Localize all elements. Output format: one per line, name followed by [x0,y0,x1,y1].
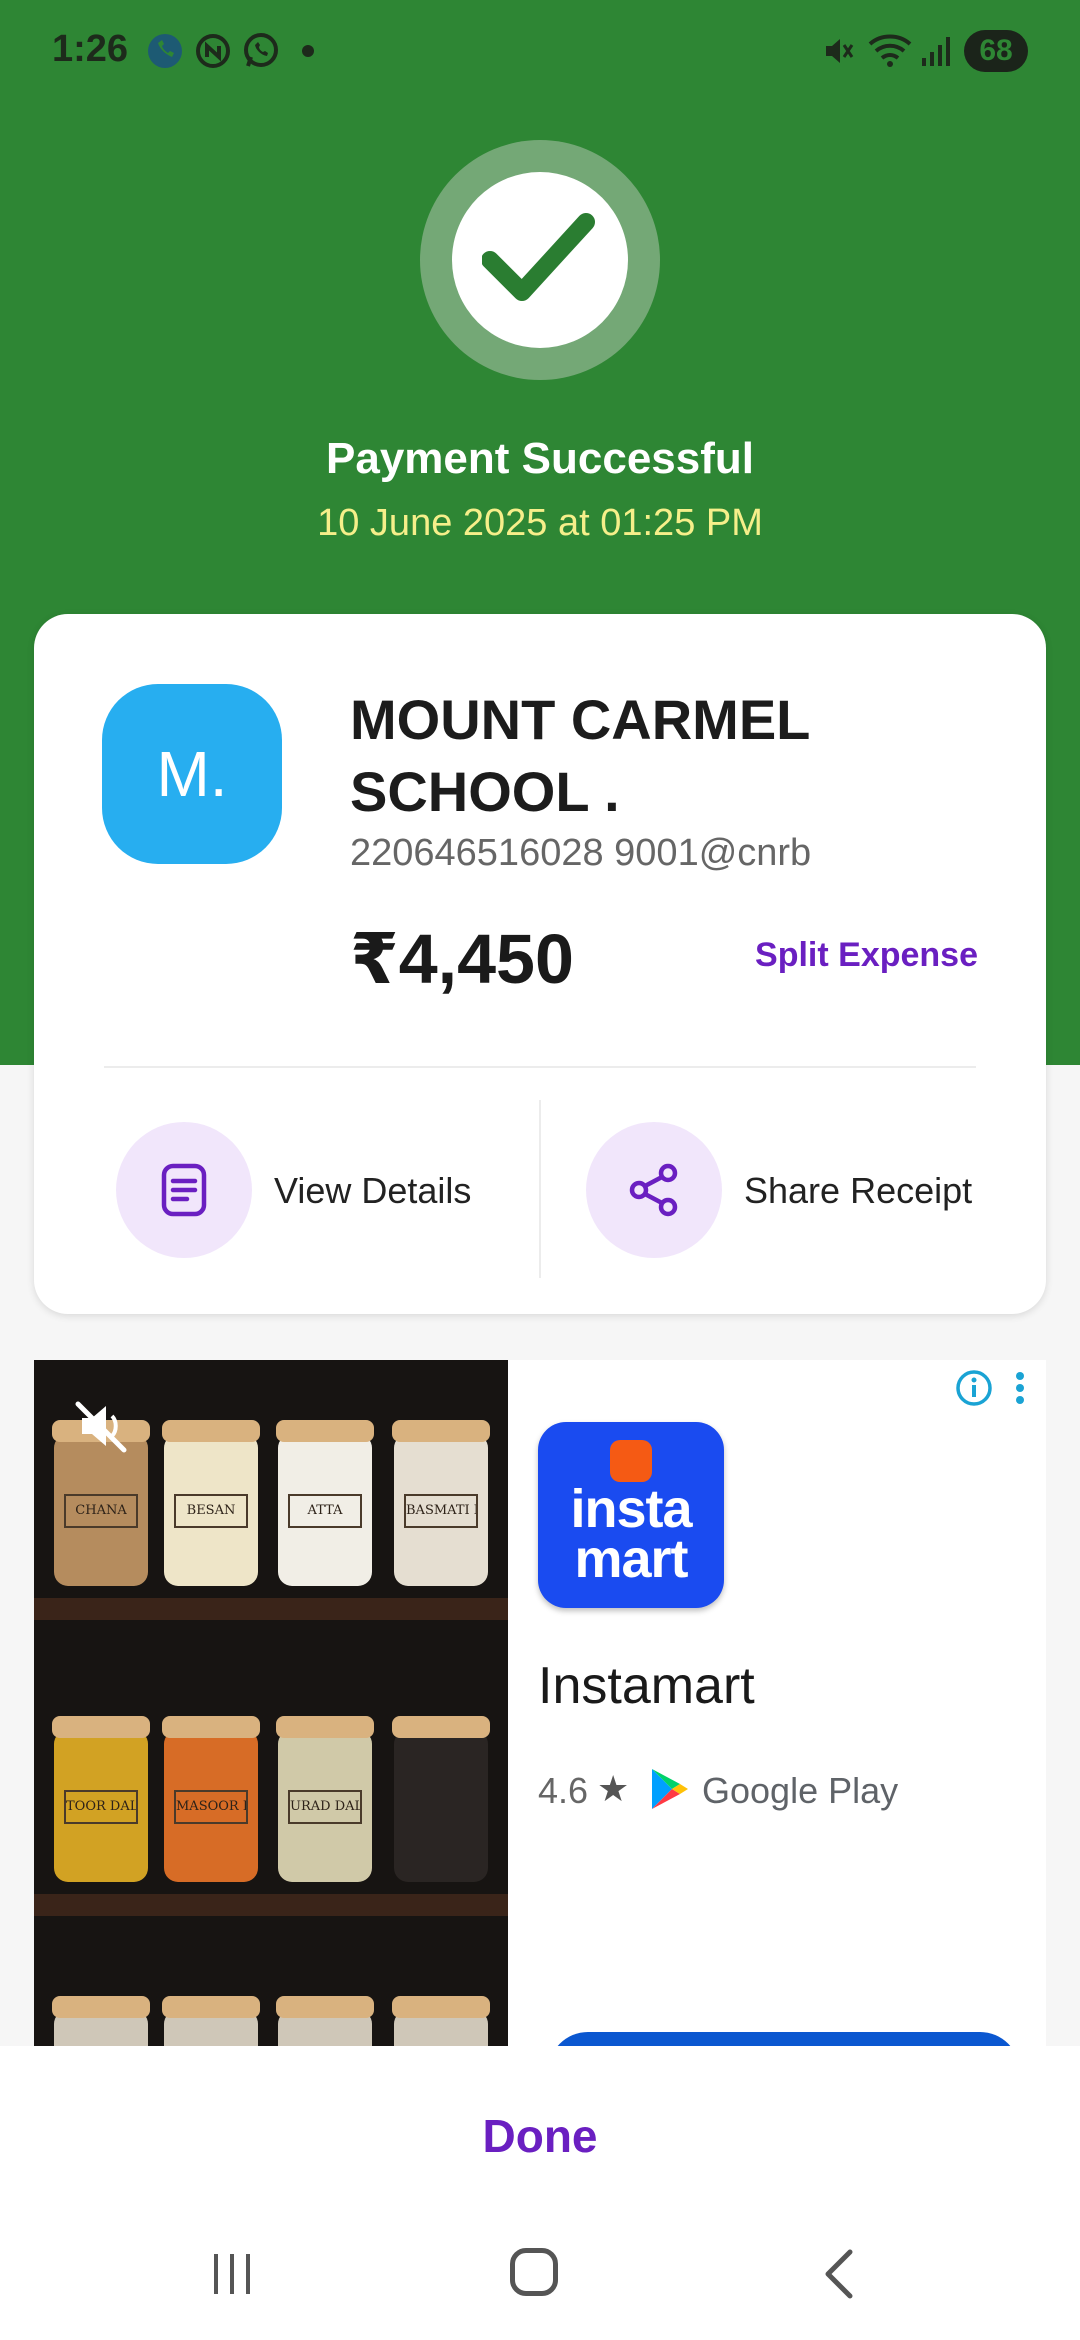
split-expense-button[interactable]: Split Expense [755,936,978,975]
jar-label: TOOR DAL [64,1790,138,1824]
jar-label: BASMATI RICE [404,1494,478,1528]
done-button[interactable]: Done [340,2096,740,2176]
jar-label: CHANA [64,1494,138,1528]
instamart-app-icon[interactable]: insta mart [538,1422,724,1608]
view-details-label: View Details [274,1170,472,1211]
wifi-icon [868,34,912,67]
view-details-icon-circle [116,1122,252,1258]
payee-upi-id: 220646516028 9001@cnrb [350,832,812,874]
jar: BASMATI RICE [392,1420,490,1586]
payee-name: MOUNT CARMEL SCHOOL . [350,688,810,823]
ad-menu-icon[interactable] [1010,1368,1030,1408]
phone-call-icon [148,34,182,68]
dot-icon [302,45,314,57]
mute-icon [826,39,854,63]
payment-card: M. MOUNT CARMEL SCHOOL . 220646516028 90… [34,614,1046,1314]
payment-datetime: 10 June 2025 at 01:25 PM [317,502,763,544]
app-notification-icon [196,34,230,68]
ad-app-name[interactable]: Instamart [538,1656,755,1716]
store-name: Google Play [702,1770,899,1811]
swiggy-pin-icon [610,1440,652,1482]
shelf [34,1894,508,1916]
video-mute-icon[interactable] [74,1398,130,1454]
app-rating: 4.6 [538,1770,589,1811]
jar: URAD DAL [276,1716,374,1882]
payment-status-title: Payment Successful [326,434,754,483]
jar [392,1716,490,1882]
whatsapp-icon [244,33,278,67]
recent-apps-icon[interactable] [208,2252,256,2296]
back-icon[interactable] [820,2248,860,2300]
jar: BESAN [162,1420,260,1586]
check-icon [482,213,595,301]
star-icon: ★ [597,1768,630,1809]
jar: TOOR DAL [52,1716,150,1882]
ad-video-image[interactable]: CHANA BESAN ATTA BASMATI RICE TOOR DAL M… [34,1360,508,2060]
divider [104,1066,976,1068]
signal-icon [922,37,950,66]
jar-label: BESAN [174,1494,248,1528]
view-details-button[interactable]: View Details [116,1122,536,1258]
payee-avatar: M. [102,684,282,864]
app-icon-text: insta mart [570,1479,692,1589]
status-time: 1:26 [52,28,129,70]
jar: MASOOR DAL [162,1716,260,1882]
share-icon [629,1163,678,1217]
ad-info-icon[interactable] [954,1368,994,1408]
google-play-icon [652,1769,688,1809]
share-receipt-button[interactable]: Share Receipt [586,1122,1026,1258]
shelf [34,1598,508,1620]
status-bar: 1:26 68 [0,0,1080,100]
battery-icon: 68 [964,30,1028,72]
jar-label: URAD DAL [288,1790,362,1824]
divider [539,1100,541,1278]
share-receipt-label: Share Receipt [744,1170,973,1211]
jar: ATTA [276,1420,374,1586]
success-badge [420,140,660,380]
jar-label: ATTA [288,1494,362,1528]
share-receipt-icon-circle [586,1122,722,1258]
home-icon[interactable] [510,2248,558,2296]
payment-amount: ₹4,450 [350,920,574,998]
document-icon [161,1163,207,1217]
ad-banner[interactable]: CHANA BESAN ATTA BASMATI RICE TOOR DAL M… [34,1360,1046,2060]
jar: CHANA [52,1420,150,1586]
jar-label: MASOOR DAL [174,1790,248,1824]
bottom-action-bar: Done [0,2046,1080,2340]
